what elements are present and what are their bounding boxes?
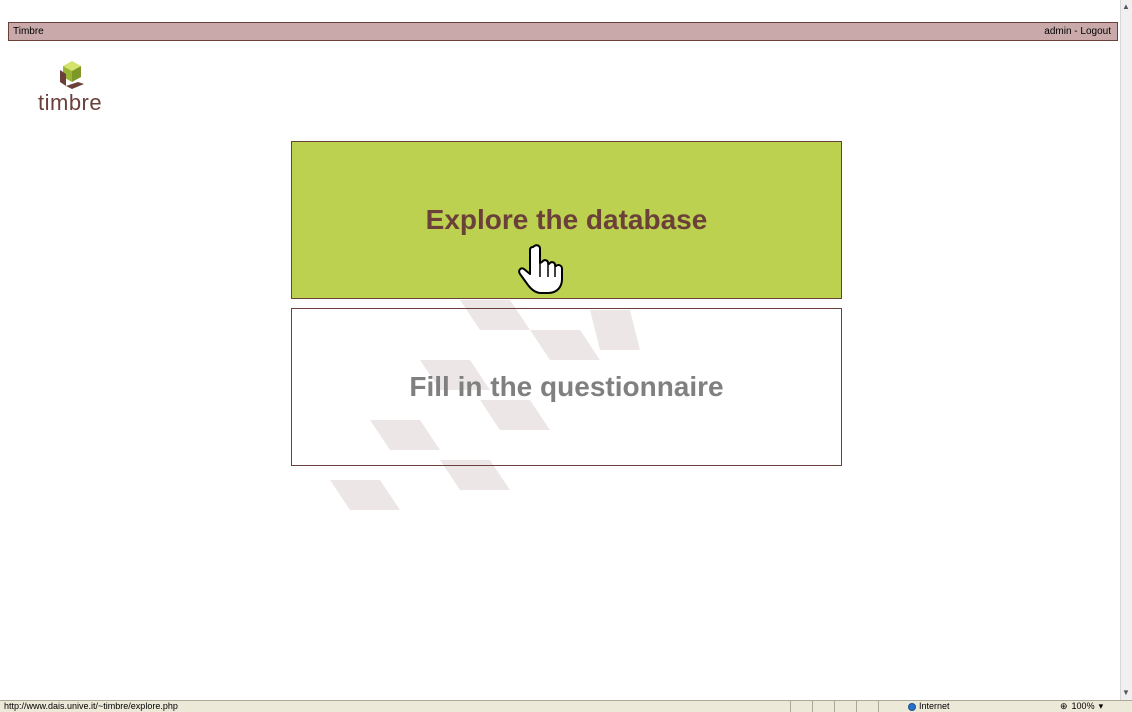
top-bar: Timbre admin - Logout: [8, 22, 1118, 41]
vertical-scrollbar[interactable]: ▲ ▼: [1120, 0, 1132, 700]
zoom-control[interactable]: ⊕ 100% ▾: [1060, 701, 1103, 712]
app-title: Timbre: [13, 26, 44, 37]
zoom-magnifier-icon: ⊕: [1060, 701, 1068, 711]
status-cell: [878, 701, 900, 712]
scroll-down-icon[interactable]: ▼: [1121, 688, 1131, 698]
status-cell: [812, 701, 834, 712]
hand-pointer-icon: [518, 244, 563, 294]
chevron-down-icon[interactable]: ▾: [1099, 701, 1104, 712]
logo-text: timbre: [38, 90, 103, 115]
status-cell: [856, 701, 878, 712]
status-cell: [790, 701, 812, 712]
status-cell: [834, 701, 856, 712]
globe-icon: [908, 702, 916, 711]
explore-database-label: Explore the database: [425, 204, 708, 235]
explore-database-button[interactable]: Explore the database: [291, 141, 842, 299]
fill-questionnaire-label: Fill in the questionnaire: [409, 371, 724, 402]
username: admin: [1044, 26, 1072, 37]
security-zone: Internet: [908, 701, 950, 712]
zoom-level: 100%: [1071, 701, 1095, 711]
status-cells: [790, 701, 900, 712]
user-area: admin - Logout: [1044, 23, 1111, 40]
zone-label: Internet: [919, 701, 950, 711]
status-url: http://www.dais.unive.it/~timbre/explore…: [4, 701, 178, 711]
browser-viewport: Timbre admin - Logout timbre Explore the…: [0, 0, 1132, 712]
logout-link[interactable]: Logout: [1080, 26, 1111, 37]
fill-questionnaire-button[interactable]: Fill in the questionnaire: [291, 308, 842, 466]
status-bar: http://www.dais.unive.it/~timbre/explore…: [0, 700, 1132, 712]
scroll-up-icon[interactable]: ▲: [1121, 2, 1131, 12]
